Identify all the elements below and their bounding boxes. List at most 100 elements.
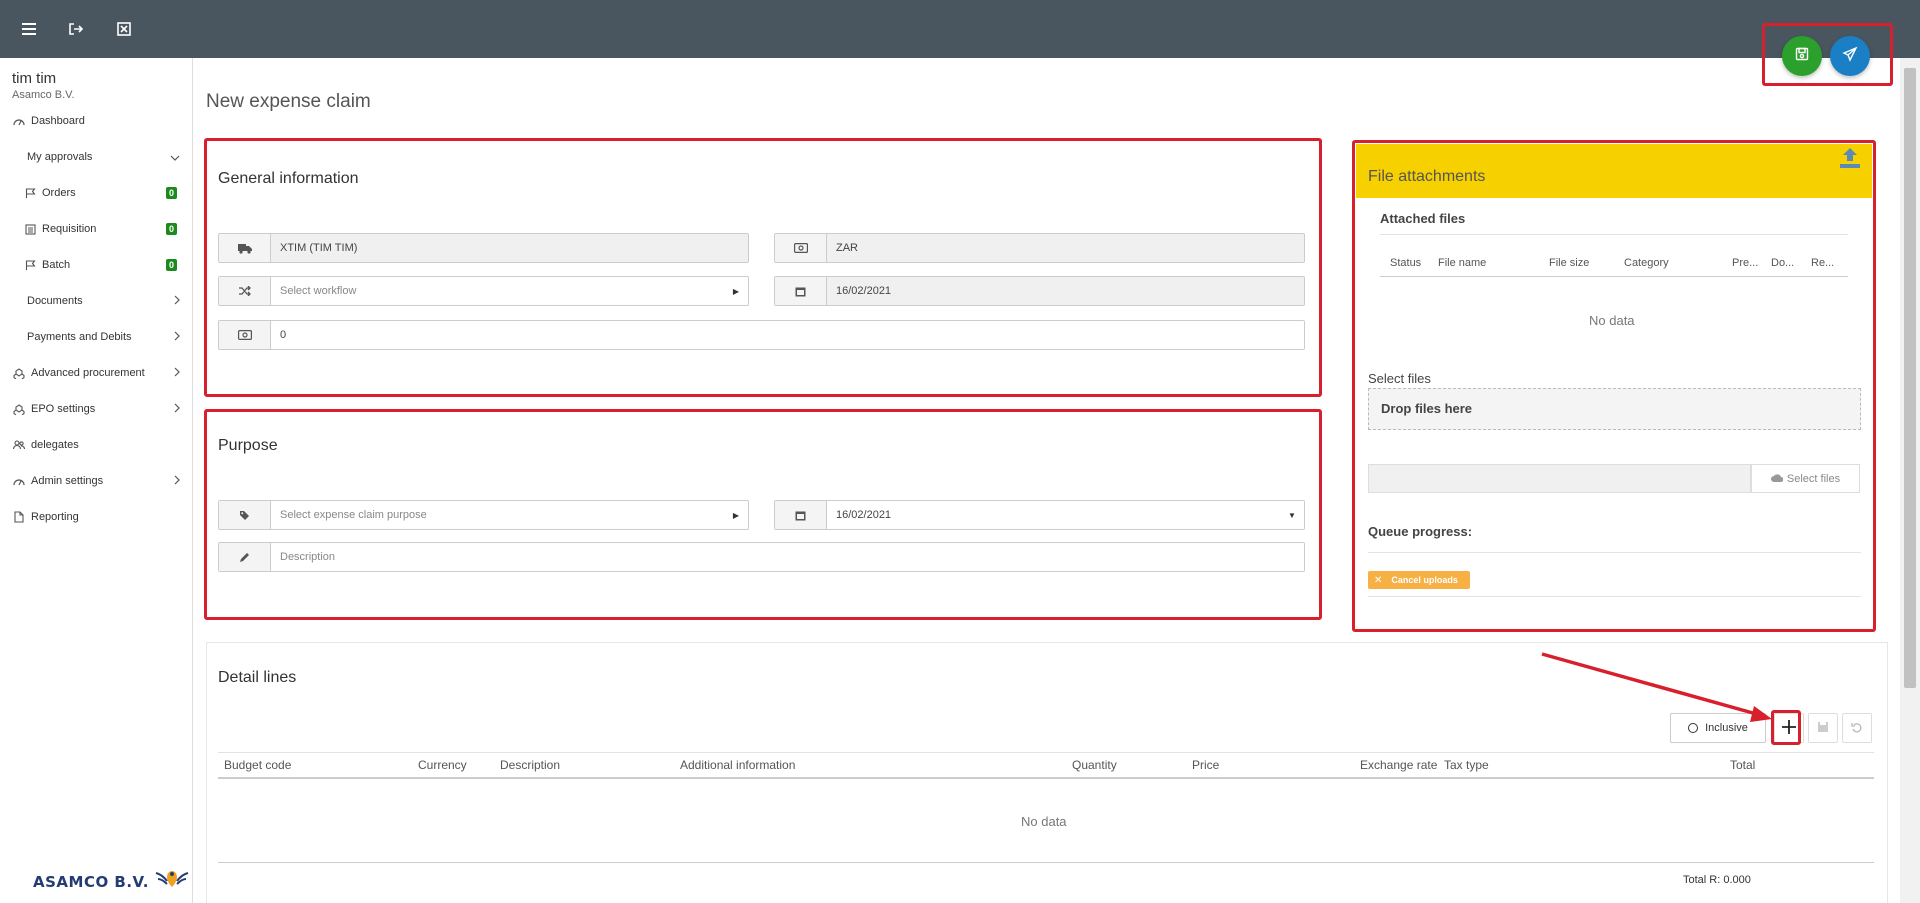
annotation-arrow [1541,652,1772,722]
user-name: tim tim [12,70,57,87]
purpose-date-value: 16/02/2021 [836,509,892,521]
sidebar-item-requisition[interactable]: Requisition 0 [0,214,192,244]
workflow-select[interactable]: Select workflow ▶ [218,276,749,306]
sidebar-item-admin-settings[interactable]: Admin settings [0,466,192,496]
paper-plane-icon [1842,46,1858,67]
select-files-button-label: Select files [1786,472,1841,485]
sidebar-item-label: My approvals [27,151,93,163]
list-icon [23,222,37,236]
drop-zone-text: Drop files here [1381,401,1473,416]
sidebar-item-label: Dashboard [31,115,85,127]
file-path-input[interactable] [1368,464,1751,493]
submit-button[interactable] [1830,36,1870,76]
column-header[interactable]: Re... [1811,257,1834,269]
sidebar-item-label: Requisition [42,223,97,235]
file-icon [12,510,26,524]
cancel-uploads-label: Cancel uploads [1391,575,1458,585]
detail-lines-no-data: No data [1021,814,1067,829]
cubes-icon [12,402,26,416]
amount-value: 0 [280,329,287,341]
column-header[interactable]: Do... [1771,257,1794,269]
tag-icon [219,501,271,529]
flag-icon [23,258,37,272]
queue-progress-label: Queue progress: [1368,524,1473,539]
sign-out-icon[interactable] [63,16,89,42]
sidebar-item-advanced-procurement[interactable]: Advanced procurement [0,358,192,388]
annotation-highlight-general [204,138,1322,397]
currency-value: ZAR [827,234,1304,262]
money-icon [775,234,827,262]
divider [218,862,1874,863]
table-header-divider [1380,276,1848,277]
sidebar-item-label: Admin settings [31,475,104,487]
column-header[interactable]: Status [1390,257,1421,269]
sidebar-item-label: EPO settings [31,403,96,415]
column-header[interactable]: Total [1730,758,1755,772]
column-header[interactable]: Price [1192,758,1219,772]
caret-right-icon: ▶ [732,510,740,520]
caret-right-icon: ▶ [732,286,740,296]
save-line-button[interactable] [1808,713,1838,743]
supplier-field: XTIM (TIM TIM) [218,233,749,263]
upload-icon[interactable] [1838,146,1862,176]
top-bar [0,0,1920,58]
sidebar-item-label: Advanced procurement [31,367,145,379]
divider [1380,234,1848,235]
shuffle-icon [219,277,271,305]
sidebar-item-my-approvals[interactable]: My approvals [0,142,192,172]
sidebar-item-payments[interactable]: Payments and Debits [0,322,192,352]
column-header[interactable]: File size [1549,257,1589,269]
drop-zone[interactable]: Drop files here [1368,388,1861,430]
calendar-icon [775,277,827,305]
amount-field[interactable]: 0 [218,320,1305,350]
sidebar-item-label: Batch [42,259,71,271]
table-header-divider [218,777,1874,779]
description-field[interactable]: Description [218,542,1305,572]
sidebar-item-batch[interactable]: Batch 0 [0,250,192,280]
hamburger-icon[interactable] [16,16,42,42]
cloud-upload-icon [1770,473,1784,485]
sidebar-item-reporting[interactable]: Reporting [0,502,192,532]
column-header[interactable]: Additional information [680,758,795,772]
sidebar-item-documents[interactable]: Documents [0,286,192,316]
plus-icon [1781,715,1797,741]
column-header[interactable]: Budget code [224,758,291,772]
purpose-date-picker[interactable]: 16/02/2021 ▼ [774,500,1305,530]
page-scrollbar[interactable] [1900,58,1920,903]
column-header[interactable]: Tax type [1444,758,1489,772]
file-attachments-title: File attachments [1368,168,1486,185]
chevron-right-icon [174,294,180,308]
company-logo: ASAMCO B.V. [33,867,189,897]
undo-line-button[interactable] [1842,713,1872,743]
scrollbar-thumb[interactable] [1904,68,1916,688]
select-files-button[interactable]: Select files [1751,464,1860,493]
total-amount: Total R: 0.000 [1683,874,1751,886]
floppy-disk-icon [1817,721,1829,736]
divider [1368,596,1861,597]
purpose-select[interactable]: Select expense claim purpose ▶ [218,500,749,530]
divider [1368,552,1861,553]
cubes-icon [12,366,26,380]
sidebar-item-delegates[interactable]: delegates [0,430,192,460]
column-header[interactable]: File name [1438,257,1486,269]
column-header[interactable]: Description [500,758,560,772]
column-header[interactable]: Quantity [1072,758,1117,772]
claim-date-value: 16/02/2021 [827,277,1304,305]
column-header[interactable]: Exchange rate [1360,758,1437,772]
claim-date-field: 16/02/2021 [774,276,1305,306]
cancel-uploads-button[interactable]: ✕ Cancel uploads [1368,571,1470,589]
sidebar-item-dashboard[interactable]: Dashboard [0,106,192,136]
column-header[interactable]: Category [1624,257,1669,269]
caret-down-icon[interactable]: ▼ [1280,501,1304,529]
save-button[interactable] [1782,36,1822,76]
file-attachments-header: File attachments [1356,144,1872,198]
sidebar-item-orders[interactable]: Orders 0 [0,178,192,208]
chevron-right-icon [174,402,180,416]
close-box-icon[interactable] [111,16,137,42]
column-header[interactable]: Currency [418,758,467,772]
column-header[interactable]: Pre... [1732,257,1758,269]
chevron-right-icon [174,474,180,488]
sidebar-item-label: Reporting [31,511,79,523]
attached-files-label: Attached files [1380,211,1466,226]
sidebar-item-epo-settings[interactable]: EPO settings [0,394,192,424]
